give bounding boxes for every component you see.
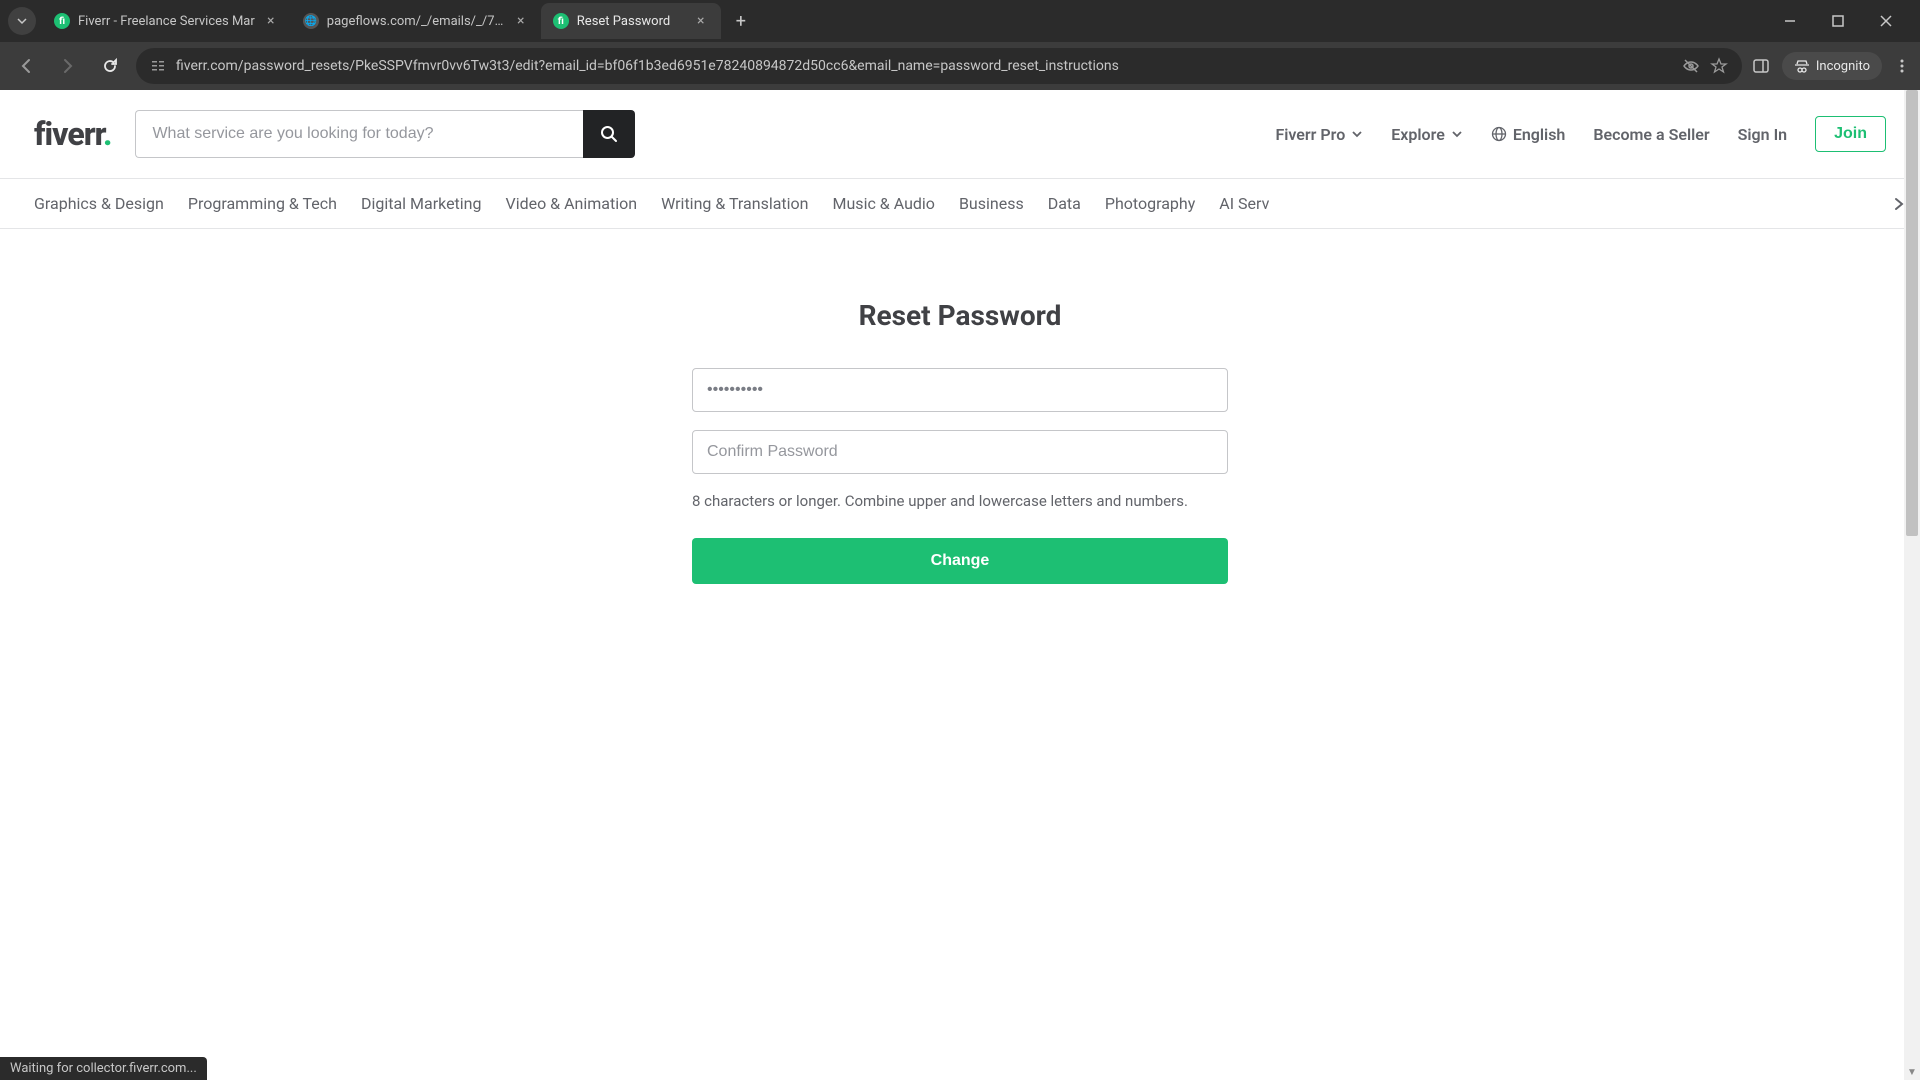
browser-menu-icon[interactable] <box>1894 58 1910 74</box>
browser-toolbar: fiverr.com/password_resets/PkeSSPVfmvr0v… <box>0 42 1920 90</box>
site-header: fiverr. Fiverr Pro Explore English Becom… <box>0 90 1920 179</box>
category-link[interactable]: Data <box>1036 194 1093 213</box>
become-seller-link[interactable]: Become a Seller <box>1593 125 1709 144</box>
search-icon <box>600 125 618 143</box>
fiverr-logo[interactable]: fiverr. <box>34 115 111 153</box>
close-icon[interactable]: × <box>263 13 279 29</box>
category-link[interactable]: Photography <box>1093 194 1207 213</box>
language-link[interactable]: English <box>1491 125 1566 144</box>
tab-favicon-icon: fi <box>54 13 70 29</box>
incognito-badge[interactable]: Incognito <box>1782 52 1882 80</box>
incognito-icon <box>1794 58 1810 74</box>
side-panel-icon[interactable] <box>1752 57 1770 75</box>
tab-title: pageflows.com/_/emails/_/7fb5 <box>327 14 505 29</box>
category-link[interactable]: Music & Audio <box>821 194 947 213</box>
password-input[interactable] <box>692 368 1228 412</box>
search-button[interactable] <box>583 110 635 158</box>
browser-tab[interactable]: fi Fiverr - Freelance Services Mar × <box>42 3 291 39</box>
back-button[interactable] <box>10 50 42 82</box>
tab-favicon-icon: fi <box>553 13 569 29</box>
category-scroll-right[interactable] <box>1892 197 1906 211</box>
window-controls <box>1776 7 1912 35</box>
chevron-down-icon <box>1451 128 1463 140</box>
tab-search-dropdown[interactable] <box>8 7 36 35</box>
tab-bar: fi Fiverr - Freelance Services Mar × 🌐 p… <box>0 0 1920 42</box>
sign-in-link[interactable]: Sign In <box>1738 125 1787 144</box>
chevron-down-icon <box>1351 128 1363 140</box>
forward-button[interactable] <box>52 50 84 82</box>
scroll-thumb[interactable] <box>1906 90 1918 536</box>
browser-tab[interactable]: 🌐 pageflows.com/_/emails/_/7fb5 × <box>291 3 541 39</box>
globe-icon <box>1491 126 1507 142</box>
category-link[interactable]: Graphics & Design <box>34 194 176 213</box>
logo-dot-icon: . <box>103 115 111 153</box>
browser-tab-active[interactable]: fi Reset Password × <box>541 3 721 39</box>
password-hint: 8 characters or longer. Combine upper an… <box>692 492 1228 510</box>
header-nav: Fiverr Pro Explore English Become a Sell… <box>1275 116 1886 152</box>
confirm-password-input[interactable] <box>692 430 1228 474</box>
join-button[interactable]: Join <box>1815 116 1886 152</box>
browser-chrome: fi Fiverr - Freelance Services Mar × 🌐 p… <box>0 0 1920 90</box>
category-bar: Graphics & Design Programming & Tech Dig… <box>0 179 1920 229</box>
status-bar: Waiting for collector.fiverr.com... <box>0 1057 207 1080</box>
category-link[interactable]: Writing & Translation <box>649 194 820 213</box>
page-title: Reset Password <box>859 299 1062 332</box>
category-link[interactable]: Digital Marketing <box>349 194 494 213</box>
maximize-button[interactable] <box>1824 7 1852 35</box>
minimize-button[interactable] <box>1776 7 1804 35</box>
reset-password-form: Reset Password 8 characters or longer. C… <box>0 229 1920 584</box>
close-icon[interactable]: × <box>693 13 709 29</box>
explore-link[interactable]: Explore <box>1391 125 1463 144</box>
url-text: fiverr.com/password_resets/PkeSSPVfmvr0v… <box>176 58 1672 74</box>
change-button[interactable]: Change <box>692 538 1228 584</box>
tab-favicon-icon: 🌐 <box>303 13 319 29</box>
close-icon[interactable]: × <box>513 13 529 29</box>
scroll-down-icon[interactable]: ▼ <box>1904 1064 1920 1080</box>
page-content: fiverr. Fiverr Pro Explore English Becom… <box>0 90 1920 1080</box>
reload-button[interactable] <box>94 50 126 82</box>
eye-off-icon[interactable] <box>1682 57 1700 75</box>
tab-title: Reset Password <box>577 14 685 29</box>
category-link[interactable]: AI Serv <box>1207 194 1281 213</box>
category-link[interactable]: Video & Animation <box>494 194 650 213</box>
search-wrap <box>135 110 635 158</box>
category-link[interactable]: Business <box>947 194 1036 213</box>
tab-title: Fiverr - Freelance Services Mar <box>78 14 255 29</box>
close-window-button[interactable] <box>1872 7 1900 35</box>
site-settings-icon[interactable] <box>150 58 166 74</box>
address-bar[interactable]: fiverr.com/password_resets/PkeSSPVfmvr0v… <box>136 48 1742 84</box>
new-tab-button[interactable]: + <box>727 7 755 35</box>
search-input[interactable] <box>135 110 583 158</box>
category-link[interactable]: Programming & Tech <box>176 194 349 213</box>
fiverr-pro-link[interactable]: Fiverr Pro <box>1275 125 1363 144</box>
vertical-scrollbar[interactable]: ▲ ▼ <box>1904 90 1920 1080</box>
incognito-label: Incognito <box>1816 59 1870 74</box>
bookmark-star-icon[interactable] <box>1710 57 1728 75</box>
